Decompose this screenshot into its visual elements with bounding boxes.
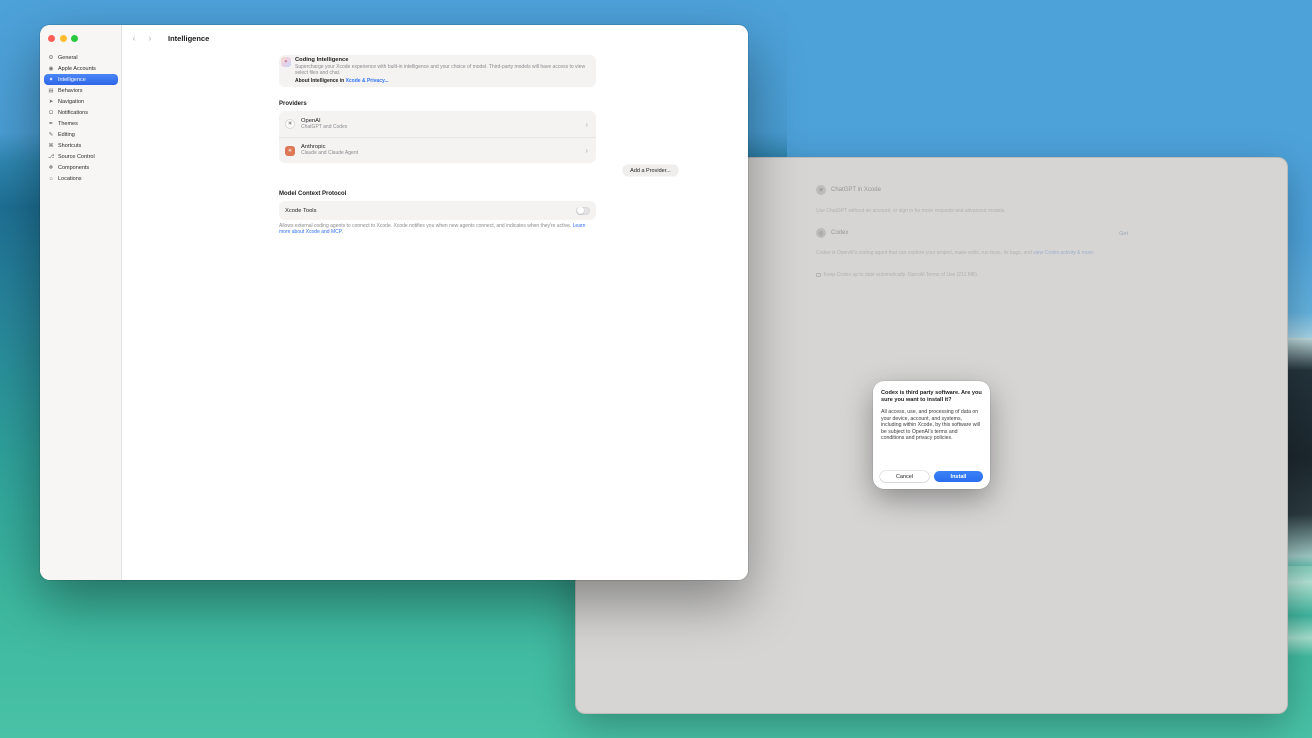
mcp-footnote: Allows external coding agents to connect… [279, 224, 596, 236]
desktop: ✳ ChatGPT in Xcode Use ChatGPT without a… [0, 0, 1312, 738]
chatgpt-row: ✳ ChatGPT in Xcode [816, 185, 881, 195]
xcode-settings-window: ⚙ General ◉ Apple Accounts ✦ Intelligence ▤… [40, 25, 748, 580]
about-intelligence-link-row: About Intelligence in Xcode & Privacy... [295, 78, 590, 84]
install-codex-dialog: Codex is third party software. Are you s… [873, 381, 990, 489]
sidebar-item-label: Editing [58, 132, 75, 138]
xcode-tools-row: Xcode Tools [279, 201, 596, 220]
chatgpt-description: Use ChatGPT without an account, or sign … [816, 208, 1134, 215]
toggle-knob [577, 207, 584, 214]
sidebar-item-navigation[interactable]: ➤ Navigation [44, 96, 118, 107]
gear-icon: ⚙ [48, 55, 54, 61]
sidebar-list: ⚙ General ◉ Apple Accounts ✦ Intelligence ▤… [44, 52, 118, 184]
sidebar-item-label: General [58, 55, 78, 61]
account-icon: ◉ [48, 66, 54, 72]
minimize-button[interactable] [60, 35, 67, 42]
xcode-tools-label: Xcode Tools [285, 208, 576, 214]
coding-intelligence-card: ✦ Coding Intelligence Supercharge your X… [279, 55, 596, 87]
sidebar-item-themes[interactable]: ✒ Themes [44, 118, 118, 129]
mcp-section-label: Model Context Protocol [279, 191, 346, 197]
sidebar-item-label: Intelligence [58, 77, 86, 83]
sidebar-item-label: Source Control [58, 154, 95, 160]
codex-icon: ◎ [816, 228, 826, 238]
codex-terms-text: Keep Codex up to date automatically. Ope… [824, 272, 977, 278]
close-button[interactable] [48, 35, 55, 42]
providers-group: ✳ OpenAI ChatGPT and Codex › ✳ Anthropic… [279, 111, 596, 163]
provider-subtitle: Claude and Claude Agent [301, 151, 579, 157]
codex-terms-row: Keep Codex up to date automatically. Ope… [816, 272, 1134, 279]
settings-sidebar: ⚙ General ◉ Apple Accounts ✦ Intelligence ▤… [40, 25, 122, 580]
sidebar-item-label: Navigation [58, 99, 84, 105]
sidebar-item-apple-accounts[interactable]: ◉ Apple Accounts [44, 63, 118, 74]
sparkle-icon: ✦ [48, 77, 54, 83]
chevron-right-icon: › [585, 120, 588, 129]
zoom-button[interactable] [71, 35, 78, 42]
cancel-button[interactable]: Cancel [880, 471, 929, 482]
codex-description-link[interactable]: view Codex activity & more. [1033, 250, 1094, 256]
sidebar-item-shortcuts[interactable]: ⌘ Shortcuts [44, 140, 118, 151]
coding-intelligence-description: Supercharge your Xcode experience with b… [295, 65, 590, 77]
provider-text: OpenAI ChatGPT and Codex [301, 118, 579, 131]
sidebar-item-label: Locations [58, 176, 82, 182]
codex-description-text: Codex is OpenAI's coding agent that can … [816, 250, 1032, 256]
providers-section-label: Providers [279, 101, 307, 107]
page-title: Intelligence [168, 34, 209, 43]
codex-description: Codex is OpenAI's coding agent that can … [816, 250, 1134, 257]
sidebar-item-intelligence[interactable]: ✦ Intelligence [44, 74, 118, 85]
privacy-link[interactable]: Xcode & Privacy... [346, 78, 389, 84]
bell-icon: Ω [48, 110, 54, 116]
keyboard-icon: ⌘ [48, 143, 54, 149]
sidebar-item-label: Components [58, 165, 89, 171]
navigation-icon: ➤ [48, 99, 54, 105]
wallpaper-foam [1286, 566, 1312, 656]
chatgpt-title: ChatGPT in Xcode [831, 187, 881, 193]
components-icon: ❖ [48, 165, 54, 171]
folder-icon: ⌂ [48, 176, 54, 182]
provider-row-openai[interactable]: ✳ OpenAI ChatGPT and Codex › [279, 111, 596, 137]
intelligence-sparkle-icon: ✦ [281, 57, 291, 67]
codex-get-button[interactable]: Get [1119, 231, 1128, 237]
about-prefix: About Intelligence in [295, 78, 344, 84]
sidebar-item-label: Shortcuts [58, 143, 81, 149]
provider-row-anthropic[interactable]: ✳ Anthropic Claude and Claude Agent › [279, 137, 596, 163]
wallpaper-rocks [1286, 338, 1312, 570]
sidebar-item-behaviors[interactable]: ▤ Behaviors [44, 85, 118, 96]
coding-intelligence-title: Coding Intelligence [295, 57, 590, 64]
sidebar-item-label: Behaviors [58, 88, 82, 94]
sidebar-item-editing[interactable]: ✎ Editing [44, 129, 118, 140]
window-controls [48, 35, 78, 42]
chatgpt-icon: ✳ [816, 185, 826, 195]
sidebar-item-label: Themes [58, 121, 78, 127]
codex-title: Codex [831, 230, 848, 236]
install-button[interactable]: Install [934, 471, 983, 482]
settings-main-pane: ‹ › Intelligence ✦ Coding Intelligence S… [122, 25, 748, 580]
forward-icon[interactable]: › [144, 33, 156, 43]
openai-logo-icon: ✳ [285, 119, 295, 129]
provider-subtitle: ChatGPT and Codex [301, 125, 579, 131]
sidebar-item-notifications[interactable]: Ω Notifications [44, 107, 118, 118]
behaviors-icon: ▤ [48, 88, 54, 94]
provider-text: Anthropic Claude and Claude Agent [301, 144, 579, 157]
branch-icon: ⎇ [48, 154, 54, 160]
chevron-right-icon: › [585, 146, 588, 155]
sidebar-item-label: Notifications [58, 110, 88, 116]
dialog-buttons: Cancel Install [880, 471, 983, 482]
brush-icon: ✒ [48, 121, 54, 127]
dialog-title: Codex is third party software. Are you s… [881, 390, 982, 404]
mcp-group: Xcode Tools [279, 201, 596, 220]
sidebar-item-source-control[interactable]: ⎇ Source Control [44, 151, 118, 162]
add-provider-button[interactable]: Add a Provider... [623, 165, 678, 176]
checkbox-icon[interactable] [816, 273, 821, 278]
sidebar-item-locations[interactable]: ⌂ Locations [44, 173, 118, 184]
xcode-tools-toggle[interactable] [576, 207, 590, 215]
pencil-icon: ✎ [48, 132, 54, 138]
sidebar-item-general[interactable]: ⚙ General [44, 52, 118, 63]
sidebar-item-label: Apple Accounts [58, 66, 96, 72]
back-icon[interactable]: ‹ [128, 33, 140, 43]
anthropic-logo-icon: ✳ [285, 146, 295, 156]
dialog-body: All access, use, and processing of data … [881, 409, 982, 441]
sidebar-item-components[interactable]: ❖ Components [44, 162, 118, 173]
codex-row: ◎ Codex [816, 228, 848, 238]
